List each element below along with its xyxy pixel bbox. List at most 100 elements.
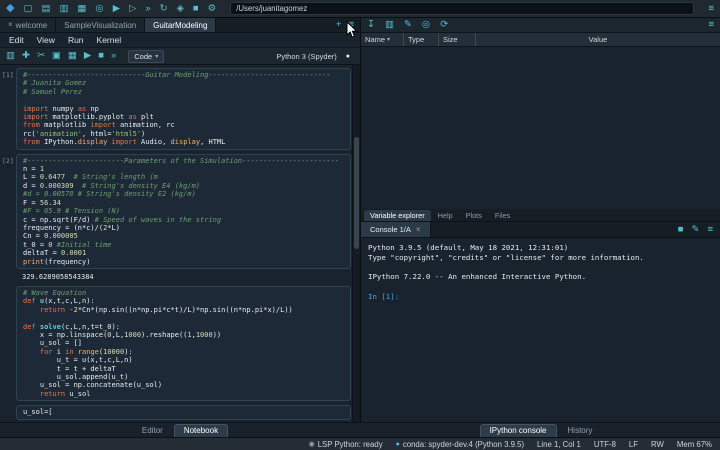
close-console-icon[interactable]: × <box>416 225 421 234</box>
stop-console-icon[interactable]: ■ <box>678 225 684 235</box>
cell-output-text: 329.6289058543384 <box>22 272 94 281</box>
new-file-icon[interactable]: ▢ <box>23 4 32 14</box>
refresh-icon[interactable]: ⟳ <box>440 20 448 30</box>
lsp-status: ◉ LSP Python: ready <box>309 440 383 449</box>
bottom-tab-strip: Editor Notebook IPython console History <box>0 422 720 437</box>
cell-code[interactable]: #-----------------------Parameters of th… <box>17 155 350 268</box>
pane-options-icon[interactable]: ≡ <box>708 20 714 30</box>
editor-tab-samplevisualization[interactable]: SampleVisualization <box>56 18 146 32</box>
working-directory-input[interactable] <box>230 2 695 15</box>
column-header-type[interactable]: Type <box>404 33 439 46</box>
pane-tab-help[interactable]: Help <box>432 210 459 221</box>
mouse-cursor <box>346 21 358 38</box>
edit-icon[interactable]: ✎ <box>404 20 412 30</box>
tab-label: GuitarModeling <box>153 20 208 30</box>
menu-kernel[interactable]: Kernel <box>97 35 122 45</box>
cell-editor[interactable]: #-----------------------Parameters of th… <box>16 153 351 269</box>
bottom-tab-notebook[interactable]: Notebook <box>173 424 229 437</box>
conda-status[interactable]: ● conda: spyder-dev.4 (Python 3.9.5) <box>396 440 524 449</box>
run-cell-icon[interactable]: ▶ <box>84 51 91 61</box>
cell-code[interactable]: # Wave Equation def u(x,t,c,L,n): return… <box>17 287 350 400</box>
editor-tab-guitarmodeling[interactable]: GuitarModeling <box>145 18 217 32</box>
app-logo-icon[interactable]: ◆ <box>6 3 14 14</box>
cut-cell-icon[interactable]: ✂ <box>37 51 45 61</box>
add-cell-icon[interactable]: ✚ <box>22 51 30 61</box>
save-all-icon[interactable]: ▦ <box>77 4 86 14</box>
notebook-area: [1] #----------------------------Guitar M… <box>0 65 360 422</box>
rerun-icon[interactable]: ↻ <box>160 4 168 14</box>
close-tab-icon[interactable]: × <box>8 21 13 29</box>
editor-scrollbar[interactable] <box>352 65 360 422</box>
main-toolbar-icons: ◆ ▢ ▤ ▥ ▦ ◎ ▶ ▷ » ↻ ◈ ■ ⚙ <box>6 3 216 14</box>
column-header-name[interactable]: Name ▾ <box>361 33 404 46</box>
status-text: LF <box>628 439 639 449</box>
editor-pane-tabs: Editor Notebook <box>0 423 361 437</box>
find-icon[interactable]: ◎ <box>95 4 103 14</box>
new-tab-icon[interactable]: + <box>336 20 342 30</box>
console-output-line: Python 3.9.5 (default, May 18 2021, 12:3… <box>368 243 569 252</box>
save-notebook-icon[interactable]: ▥ <box>6 51 15 61</box>
interrupt-kernel-icon[interactable]: ■ <box>98 51 104 61</box>
main-menu-icon[interactable]: ≡ <box>708 4 714 14</box>
status-text: UTF-8 <box>593 439 616 449</box>
run-selection-icon[interactable]: » <box>145 4 150 14</box>
cell-code[interactable]: #----------------------------Guitar Mode… <box>17 69 350 149</box>
paste-cell-icon[interactable]: ▦ <box>68 51 77 61</box>
save-data-icon[interactable]: ▥ <box>385 20 394 30</box>
status-text: conda: spyder-dev.4 (Python 3.9.5) <box>402 439 525 449</box>
cell-execution-count: [2] <box>2 156 14 165</box>
menu-edit[interactable]: Edit <box>9 35 24 45</box>
pane-tabbar: Variable explorer Help Plots Files <box>361 209 720 222</box>
bottom-tab-history[interactable]: History <box>559 425 602 437</box>
cell-type-dropdown[interactable]: Code ▾ <box>128 49 165 63</box>
permissions: RW <box>651 440 664 449</box>
notebook-toolbar-icons: ▥ ✚ ✂ ▣ ▦ ▶ ■ » <box>6 51 116 61</box>
debug-icon[interactable]: ◈ <box>177 4 184 14</box>
cell-editor[interactable]: u_sol=[ <box>16 405 351 420</box>
variable-table-body[interactable] <box>361 47 720 209</box>
pane-tab-variable-explorer[interactable]: Variable explorer <box>364 210 431 221</box>
status-text: Line 1, Col 1 <box>537 439 581 449</box>
preferences-icon[interactable]: ⚙ <box>208 4 217 14</box>
edit-console-icon[interactable]: ✎ <box>691 225 699 235</box>
save-file-icon[interactable]: ▥ <box>59 4 68 14</box>
bottom-tab-editor[interactable]: Editor <box>133 425 172 437</box>
bottom-tab-ipython-console[interactable]: IPython console <box>479 424 557 437</box>
run-file-icon[interactable]: ▶ <box>113 4 120 14</box>
pane-tab-plots[interactable]: Plots <box>460 210 488 221</box>
menu-view[interactable]: View <box>37 35 55 45</box>
console-tab[interactable]: Console 1/A × <box>361 222 431 237</box>
column-header-size[interactable]: Size <box>439 33 476 46</box>
search-icon[interactable]: ◎ <box>422 20 430 30</box>
cell-editor[interactable]: # Wave Equation def u(x,t,c,L,n): return… <box>16 285 351 402</box>
code-cell: [2] #-----------------------Parameters of… <box>0 153 351 269</box>
console-output-line: Type "copyright", "credits" or "license"… <box>368 252 644 262</box>
sort-indicator-icon: ▾ <box>387 37 391 43</box>
conda-status-icon: ● <box>395 440 400 448</box>
scrollbar-thumb[interactable] <box>354 137 359 249</box>
restart-run-all-icon[interactable]: » <box>111 51 116 61</box>
open-file-icon[interactable]: ▤ <box>41 4 50 14</box>
column-header-value[interactable]: Value <box>476 33 720 46</box>
console-body[interactable]: Python 3.9.5 (default, May 18 2021, 12:3… <box>361 238 720 422</box>
chevron-down-icon: ▾ <box>155 53 159 60</box>
import-data-icon[interactable]: ↧ <box>367 20 375 30</box>
variable-table-header: Name ▾ Type Size Value <box>361 33 720 47</box>
kernel-selector[interactable]: Python 3 (Spyder) <box>276 52 336 61</box>
memory-usage: Mem 67% <box>677 440 712 449</box>
right-panel: ↧ ▥ ✎ ◎ ⟳ ≡ Name ▾ Type Size Value Variable expl… <box>361 18 720 422</box>
copy-cell-icon[interactable]: ▣ <box>52 51 61 61</box>
run-cell-icon[interactable]: ▷ <box>129 4 136 14</box>
menu-run[interactable]: Run <box>68 35 84 45</box>
cursor-position: Line 1, Col 1 <box>537 440 581 449</box>
editor-tab-welcome[interactable]: × welcome <box>0 18 57 32</box>
variable-explorer-toolbar-icons: ↧ ▥ ✎ ◎ ⟳ <box>367 20 448 30</box>
console-options-icon[interactable]: ≡ <box>707 225 713 235</box>
cell-code[interactable]: u_sol=[ <box>17 406 350 418</box>
line-ending: LF <box>629 440 638 449</box>
pane-tab-files[interactable]: Files <box>489 210 516 221</box>
stop-icon[interactable]: ■ <box>193 4 199 14</box>
status-bar-items: ◉ LSP Python: ready ● conda: spyder-dev.4 (… <box>309 440 712 449</box>
cell-editor[interactable]: #----------------------------Guitar Mode… <box>16 68 351 150</box>
